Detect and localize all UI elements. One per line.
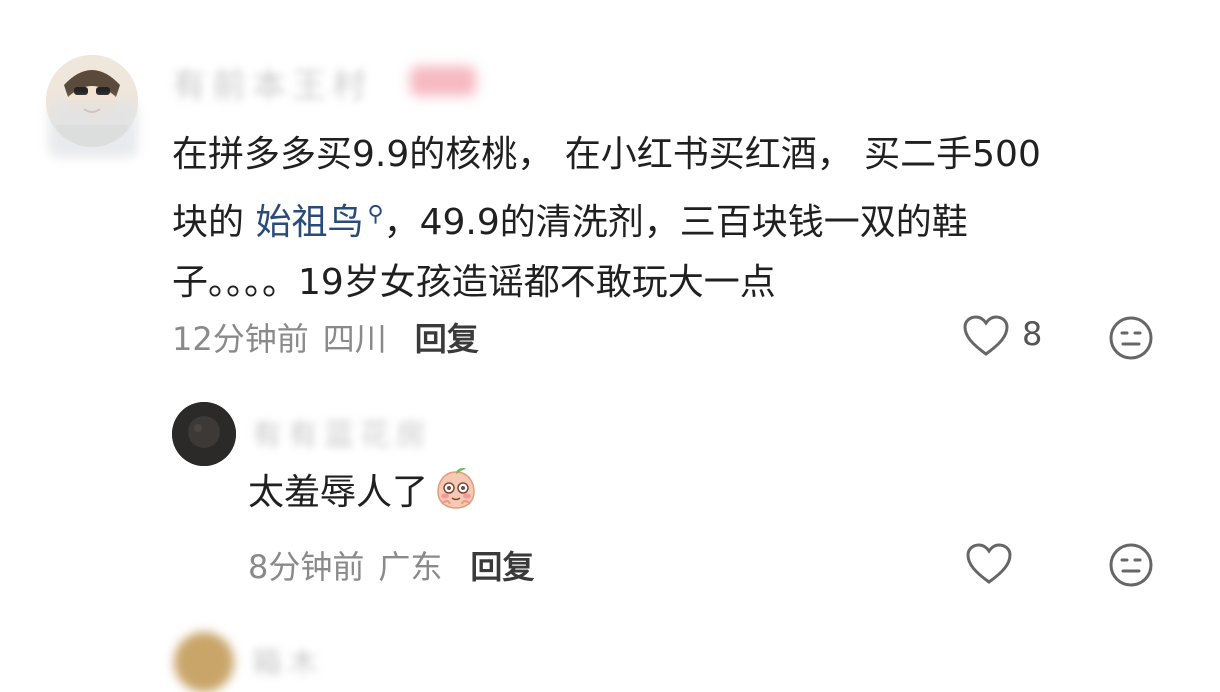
comment-time: 12分钟前 <box>172 320 309 358</box>
comment-location: 四川 <box>322 320 387 358</box>
commenter-name[interactable]: 有前本王村 <box>172 58 372 107</box>
reply-button[interactable]: 回复 <box>415 320 479 358</box>
meh-face-icon[interactable] <box>1108 315 1154 361</box>
comment-time: 8分钟前 <box>248 548 365 586</box>
reply-text-content: 太羞辱人了 <box>248 472 429 513</box>
reply-text: 太羞辱人了 <box>248 463 478 523</box>
avatar-image <box>172 402 236 466</box>
commenter-name[interactable]: 箱木 <box>252 638 324 682</box>
avatar[interactable] <box>174 632 234 692</box>
like-count: 8 <box>1022 315 1043 353</box>
comment-meta: 12分钟前 四川 回复 <box>172 314 479 360</box>
avatar-blur-overlay <box>48 100 138 158</box>
heart-icon[interactable] <box>962 314 1010 358</box>
heart-icon[interactable] <box>965 542 1013 586</box>
comment-text-line-3: 子。。。。19岁女孩造谣都不敢玩大一点 <box>172 262 776 303</box>
comment-meta: 8分钟前 广东 回复 <box>248 542 534 588</box>
avatar[interactable] <box>172 402 236 466</box>
comment-text-segment: ，49.9的清洗剂，三百块钱一双的鞋 <box>383 202 968 243</box>
search-link[interactable]: 始祖鸟 <box>255 202 363 243</box>
search-mark-icon[interactable]: ⚲ <box>367 202 383 227</box>
meh-face-icon[interactable] <box>1108 542 1154 588</box>
comment-text-segment: 块的 <box>172 202 256 243</box>
comment-location: 广东 <box>378 548 443 586</box>
comment-text: 在拼多多买9.9的核桃， 在小红书买红酒， 买二手500 块的 始祖鸟 ⚲，49.… <box>172 125 1041 313</box>
commenter-name[interactable]: 有有蓝花房 <box>252 410 432 454</box>
comment-text-line-1: 在拼多多买9.9的核桃， 在小红书买红酒， 买二手500 <box>172 134 1041 175</box>
comment-text-line-2: 块的 始祖鸟 ⚲，49.9的清洗剂，三百块钱一双的鞋 <box>172 185 1041 253</box>
reply-button[interactable]: 回复 <box>470 548 534 586</box>
shy-peach-emoji-icon <box>434 466 478 510</box>
author-badge: 作者 <box>410 66 476 96</box>
